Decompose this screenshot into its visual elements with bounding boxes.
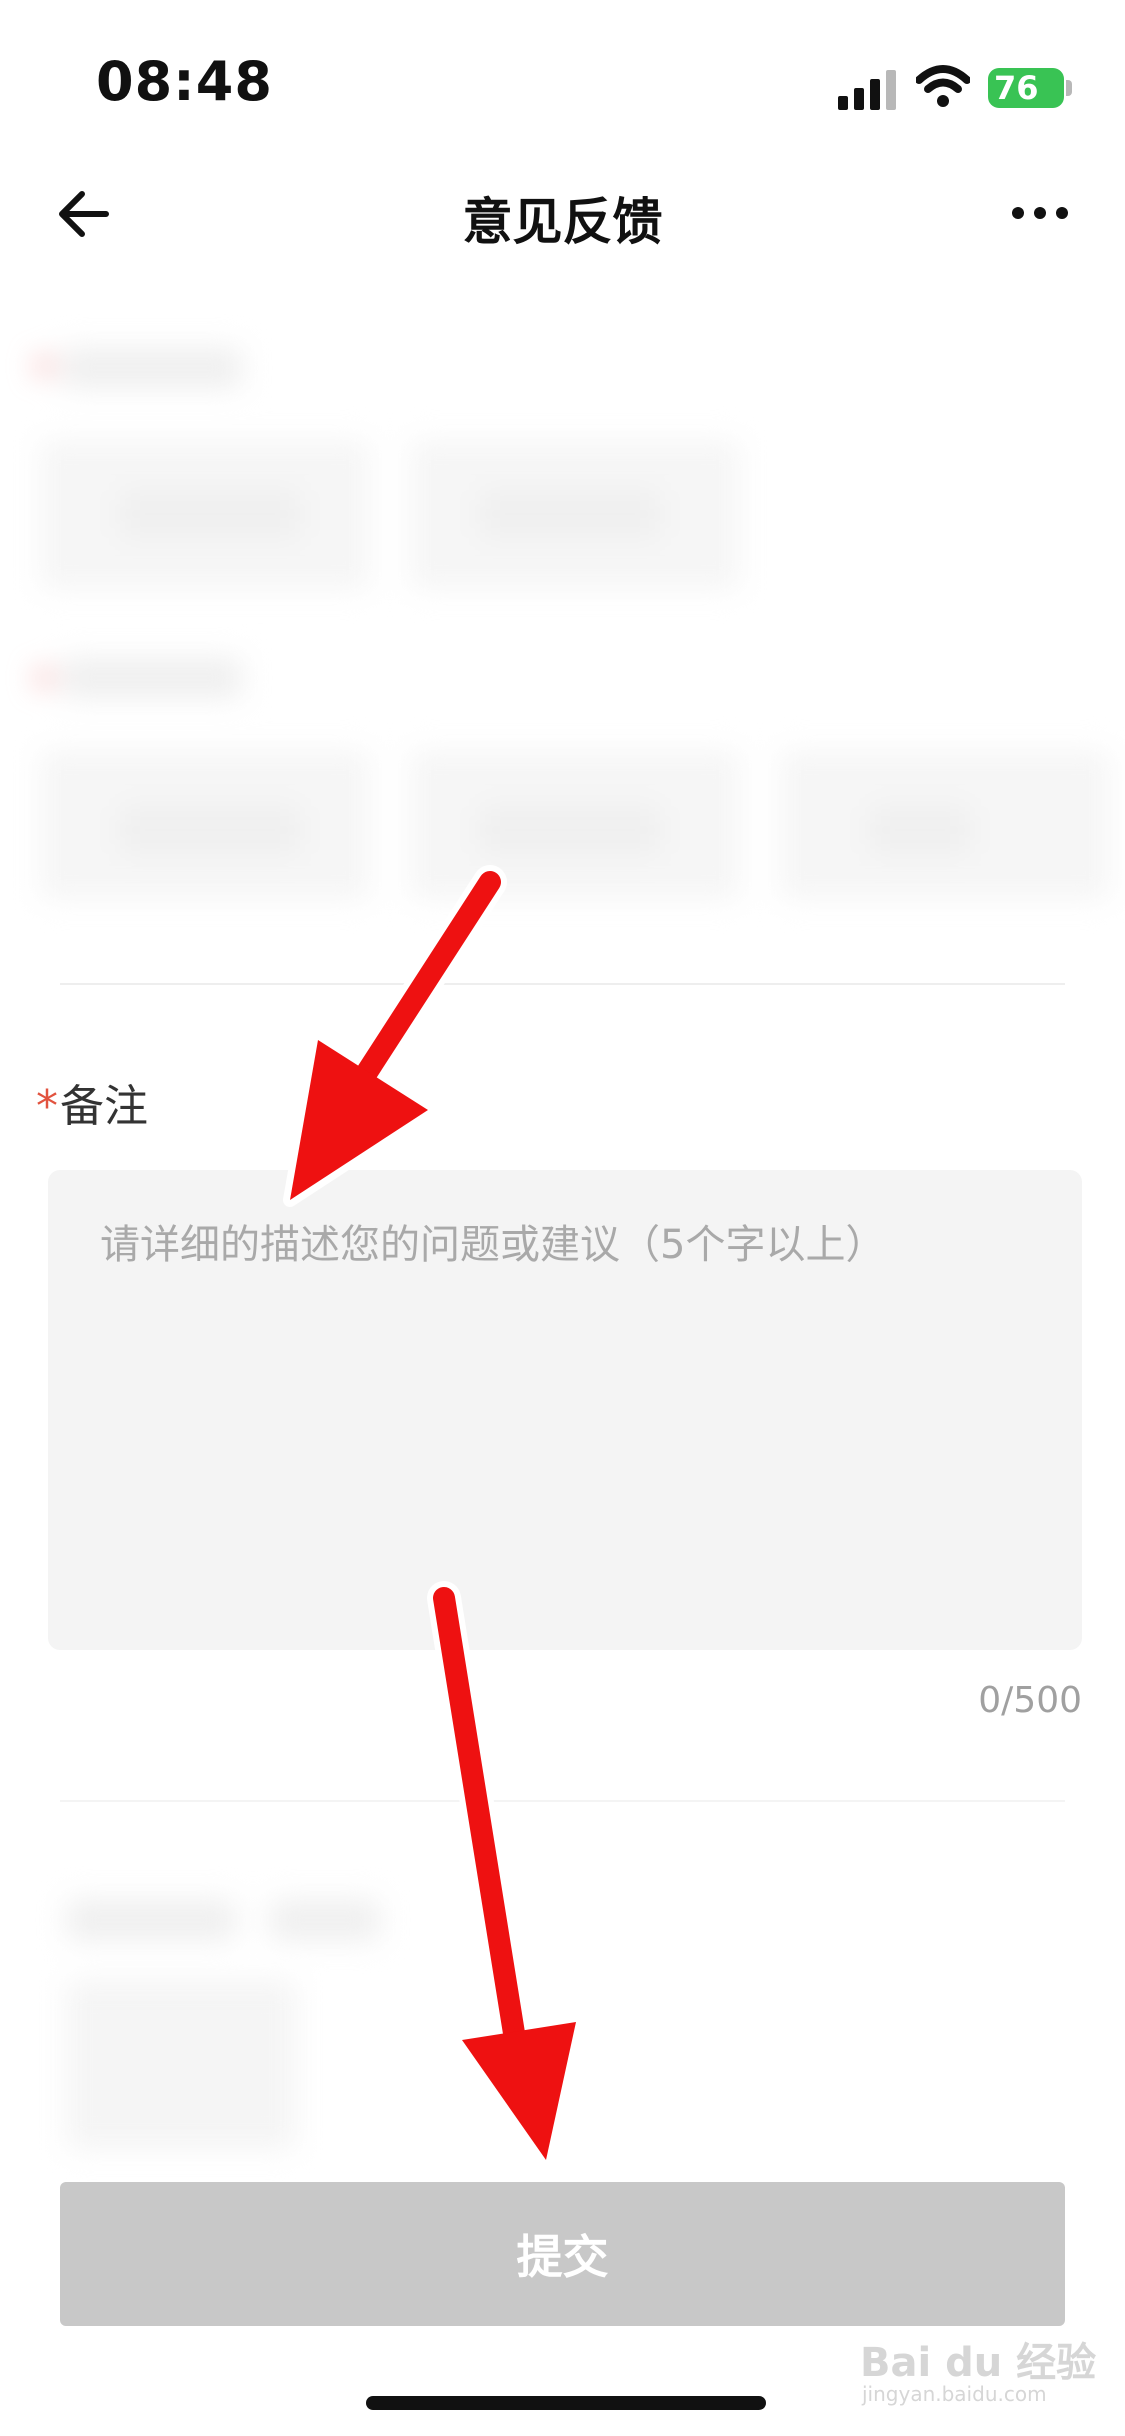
- baidu-watermark-url: jingyan.baidu.com: [862, 2382, 1047, 2406]
- battery-icon: 76: [988, 68, 1064, 108]
- blurred-upload-region: [0, 1860, 1125, 2160]
- signal-icon: [838, 70, 896, 110]
- remark-label: *备注: [36, 1070, 148, 1134]
- char-counter: 0/500: [978, 1680, 1082, 1721]
- section-divider-2: [60, 1800, 1065, 1802]
- battery-nub: [1066, 80, 1072, 96]
- page-title: 意见反馈: [462, 193, 663, 251]
- remark-textarea[interactable]: [48, 1170, 1082, 1650]
- battery-level: 76: [994, 69, 1039, 107]
- blurred-options-region: [0, 320, 1125, 940]
- section-divider: [60, 983, 1065, 985]
- submit-button[interactable]: 提交: [60, 2182, 1065, 2326]
- status-time: 08:48: [96, 50, 273, 113]
- baidu-watermark: Bai du 经验: [860, 2340, 1097, 2386]
- home-indicator: [366, 2396, 766, 2410]
- remark-label-text: 备注: [60, 1081, 148, 1132]
- wifi-icon: [916, 65, 970, 107]
- required-mark: *: [36, 1081, 58, 1132]
- more-icon[interactable]: [1010, 205, 1070, 221]
